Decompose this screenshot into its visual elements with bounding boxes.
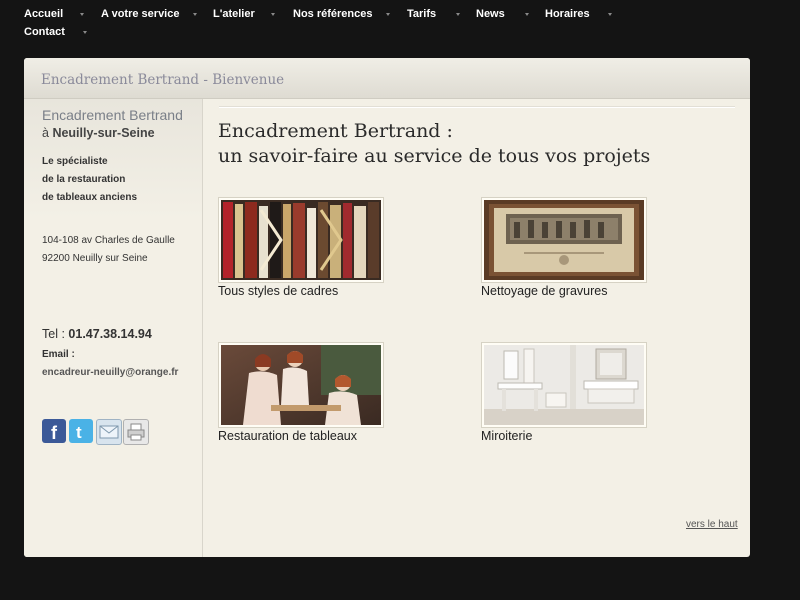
address-line: 104-108 av Charles de Gaulle [42, 235, 175, 246]
main-title-line2: un savoir-faire au service de tous vos p… [218, 145, 651, 167]
city-name: Neuilly-sur-Seine [52, 126, 155, 140]
email-icon[interactable] [96, 419, 122, 445]
chevron-down-icon [271, 13, 275, 16]
chevron-down-icon [608, 13, 612, 16]
facebook-icon[interactable]: f [42, 419, 66, 443]
framed-engraving-image[interactable] [481, 197, 647, 283]
content-box: Encadrement Bertrand - Bienvenue Encadre… [24, 58, 750, 557]
service-caption[interactable]: Restauration de tableaux [218, 429, 357, 443]
sidebar-city: à Neuilly-sur-Seine [42, 126, 155, 140]
mirror-bathroom-image[interactable] [481, 342, 647, 428]
print-icon[interactable] [123, 419, 149, 445]
chevron-down-icon [80, 13, 84, 16]
tagline-line: de la restauration [42, 174, 126, 185]
page-header: Encadrement Bertrand - Bienvenue [24, 58, 750, 99]
twitter-icon[interactable]: t [69, 419, 93, 443]
phone: Tel : 01.47.38.14.94 [42, 327, 152, 341]
service-caption[interactable]: Nettoyage de gravures [481, 284, 607, 298]
frame-samples-image[interactable] [218, 197, 384, 283]
page-title: Encadrement Bertrand - Bienvenue [41, 72, 285, 88]
divider [219, 106, 735, 108]
nav-item-accueil[interactable]: Accueil [24, 5, 63, 23]
city-prefix: à [42, 126, 49, 140]
nav-item-news[interactable]: News [476, 5, 505, 23]
chevron-down-icon [386, 13, 390, 16]
nav-item-a-votre-service[interactable]: A votre service [101, 5, 179, 23]
chevron-down-icon [525, 13, 529, 16]
svg-text:f: f [51, 423, 58, 443]
nav-item-tarifs[interactable]: Tarifs [407, 5, 436, 23]
email-link[interactable]: encadreur-neuilly@orange.fr [42, 367, 178, 378]
tagline-line: de tableaux anciens [42, 192, 138, 203]
chevron-down-icon [83, 31, 87, 34]
service-caption[interactable]: Miroiterie [481, 429, 532, 443]
nav-item-atelier[interactable]: L'atelier [213, 5, 255, 23]
back-to-top-link[interactable]: vers le haut [686, 519, 738, 530]
phone-number: 01.47.38.14.94 [68, 327, 152, 341]
sidebar-brand: Encadrement Bertrand [42, 107, 183, 123]
address-line: 92200 Neuilly sur Seine [42, 253, 148, 264]
main-nav: Accueil A votre service L'atelier Nos ré… [0, 0, 800, 44]
chevron-down-icon [456, 13, 460, 16]
svg-text:t: t [76, 423, 82, 442]
sidebar: Encadrement Bertrand à Neuilly-sur-Seine… [24, 99, 203, 557]
main-title: Encadrement Bertrand : un savoir-faire a… [218, 119, 738, 169]
phone-label: Tel : [42, 327, 65, 341]
email-label: Email : [42, 349, 75, 360]
chevron-down-icon [193, 13, 197, 16]
main-title-line1: Encadrement Bertrand : [218, 120, 453, 142]
nav-item-horaires[interactable]: Horaires [545, 5, 590, 23]
nav-item-contact[interactable]: Contact [24, 23, 65, 41]
nav-item-references[interactable]: Nos références [293, 5, 373, 23]
painting-girls-image[interactable] [218, 342, 384, 428]
tagline-line: Le spécialiste [42, 156, 108, 167]
service-caption[interactable]: Tous styles de cadres [218, 284, 338, 298]
